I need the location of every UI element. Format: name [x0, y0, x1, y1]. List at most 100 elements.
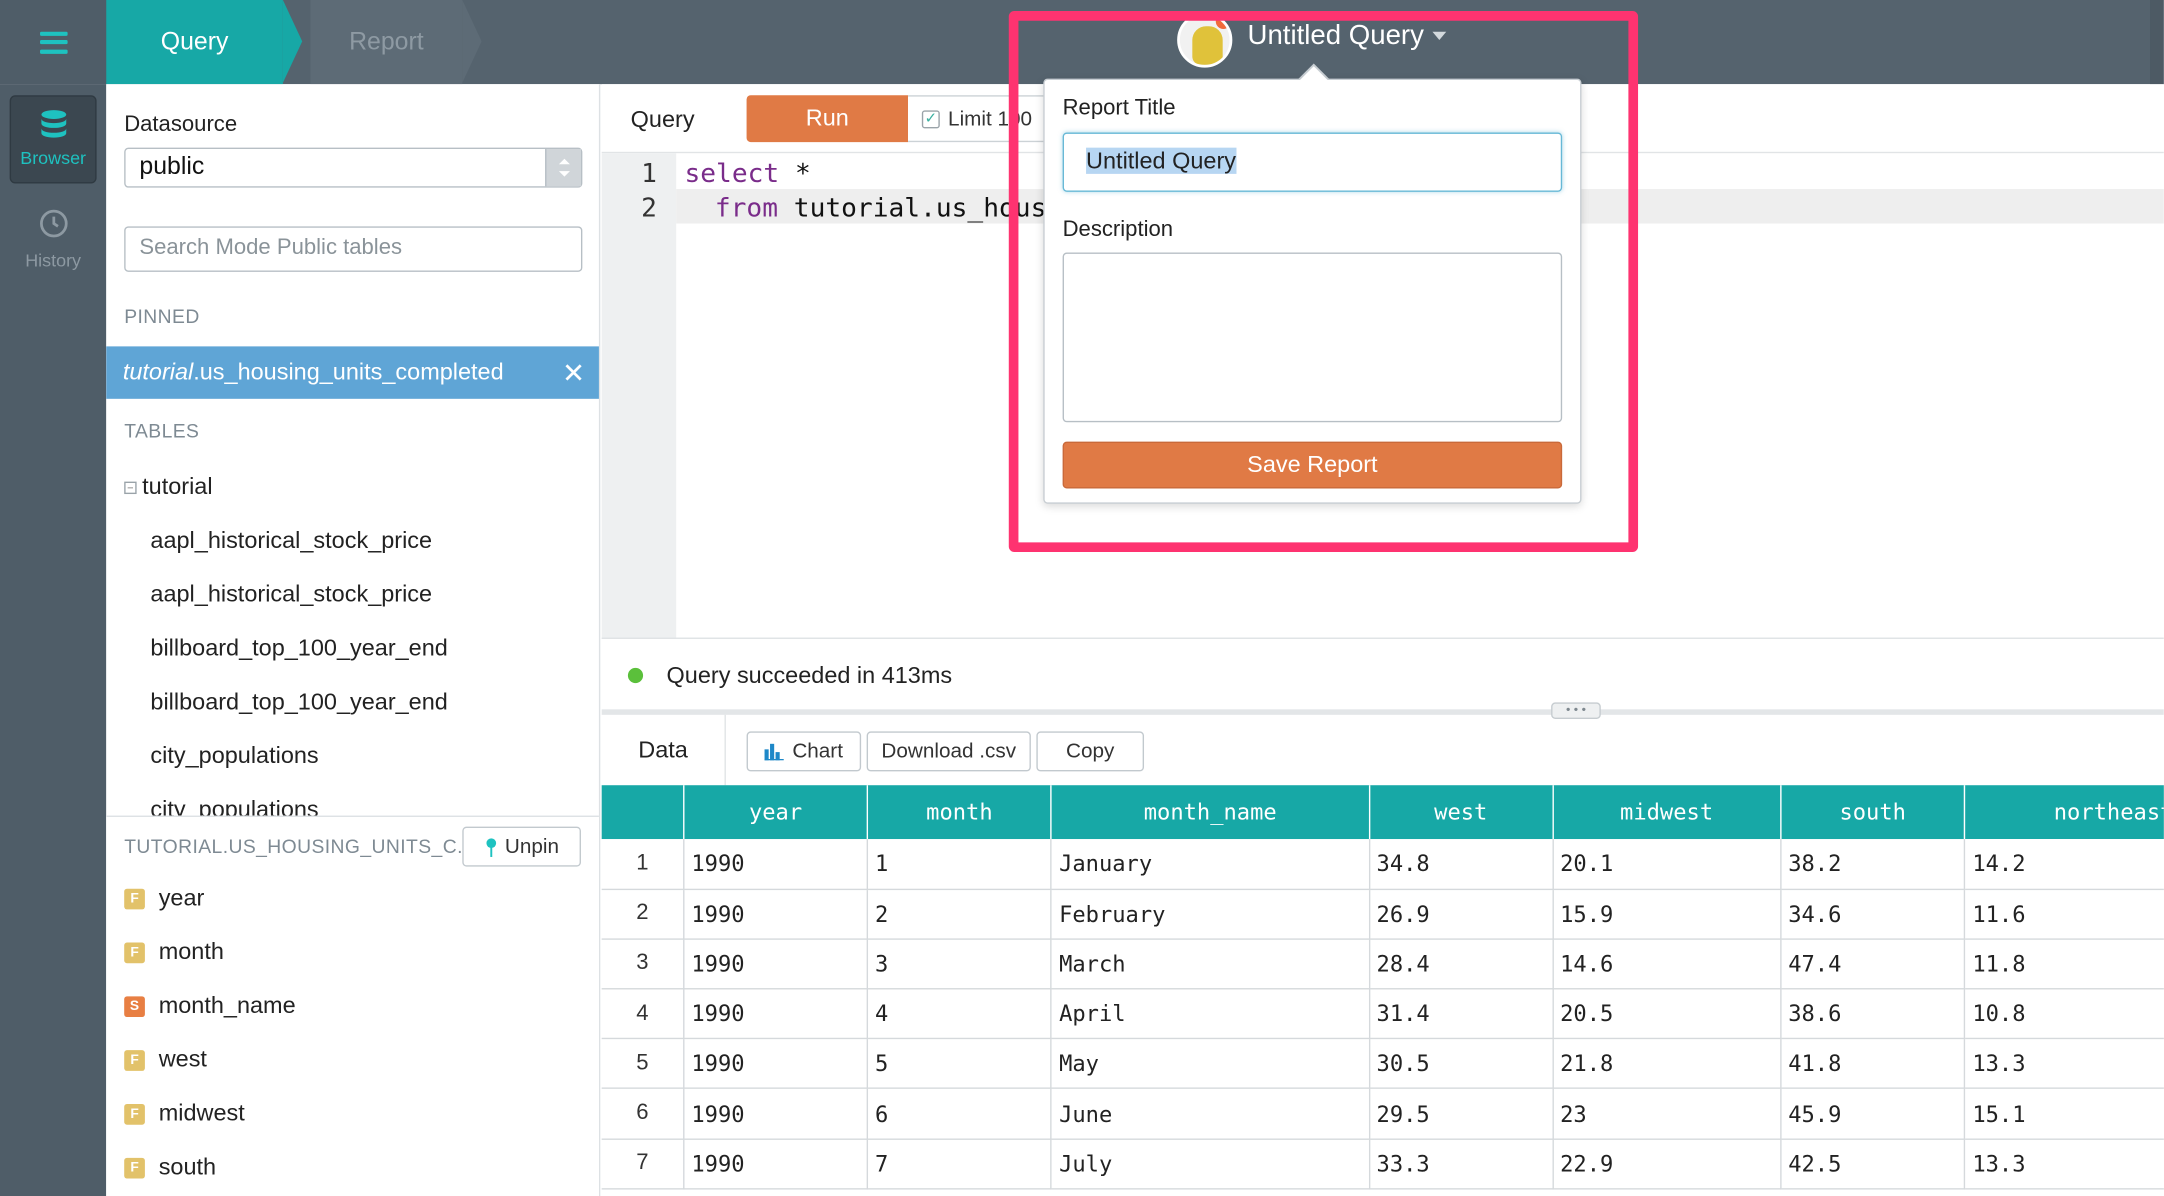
results-body: 1 1990 1 January 34.8 20.1 38.2 14.2 2 1990 2 Febru… — [601, 839, 2164, 1190]
datasource-value: public — [139, 151, 205, 180]
tab-query-arrow — [282, 0, 303, 83]
description-label: Description — [1062, 218, 1174, 242]
table-cell: 15.1 — [1964, 1088, 2164, 1140]
field-item[interactable]: Fyear — [124, 885, 204, 913]
table-cell: 29.5 — [1368, 1088, 1554, 1140]
table-cell: 10.8 — [1964, 988, 2164, 1040]
table-cell: 2 — [867, 888, 1053, 940]
avatar[interactable] — [1177, 12, 1233, 68]
schema-tutorial[interactable]: − tutorial — [124, 473, 213, 501]
report-title-input[interactable]: Untitled Query — [1062, 132, 1563, 192]
table-cell: 14.2 — [1964, 839, 2164, 890]
column-header[interactable]: west — [1368, 785, 1554, 840]
rail-history[interactable]: History — [10, 200, 97, 283]
rail-browser[interactable]: Browser — [9, 95, 97, 184]
column-header[interactable]: year — [683, 785, 869, 840]
table-row[interactable]: 6 1990 6 June 29.5 23 45.9 15.1 — [601, 1088, 2164, 1140]
field-item[interactable]: Fsouth — [124, 1154, 216, 1182]
tab-report[interactable]: Report — [310, 0, 463, 85]
header-row: year month month_name west midwest south north… — [601, 785, 2164, 840]
limit-toggle[interactable]: ✓ Limit 100 — [908, 95, 1047, 143]
run-button[interactable]: Run — [746, 95, 909, 143]
table-cell: 23 — [1552, 1088, 1782, 1140]
column-header[interactable]: midwest — [1552, 785, 1782, 840]
field-name: south — [158, 1153, 217, 1180]
string-type-icon: S — [124, 995, 145, 1017]
table-item[interactable]: billboard_top_100_year_end — [150, 689, 447, 717]
field-item[interactable]: Fmidwest — [124, 1100, 245, 1128]
divider — [601, 637, 2164, 639]
table-cell: January — [1051, 839, 1370, 890]
column-header[interactable]: month — [867, 785, 1053, 840]
code-line[interactable]: select * — [684, 159, 810, 189]
schema-name: tutorial — [142, 473, 213, 500]
table-cell: 7 — [867, 1138, 1053, 1190]
table-item[interactable]: city_populations — [150, 742, 318, 770]
table-cell: 20.5 — [1552, 988, 1782, 1040]
copy-button[interactable]: Copy — [1036, 731, 1145, 772]
datasource-select[interactable]: public — [124, 147, 583, 188]
rail-browser-label: Browser — [20, 147, 87, 169]
table-cell: 22.9 — [1552, 1138, 1782, 1190]
column-header[interactable]: month_name — [1051, 785, 1370, 840]
field-name: year — [158, 884, 205, 911]
float-type-icon: F — [124, 941, 145, 963]
table-cell: 1990 — [683, 1038, 869, 1090]
table-item[interactable]: aapl_historical_stock_price — [150, 581, 432, 609]
drag-handle-icon[interactable]: • • • — [1551, 702, 1601, 719]
field-item[interactable]: Fmonth — [124, 938, 224, 966]
field-name: west — [158, 1046, 207, 1073]
checkbox-checked-icon[interactable]: ✓ — [921, 109, 940, 128]
table-cell: 31.4 — [1368, 988, 1554, 1040]
table-cell: 13.3 — [1964, 1138, 2164, 1190]
status-text: Query succeeded in 413ms — [666, 662, 953, 689]
table-cell: 34.8 — [1368, 839, 1554, 890]
table-row[interactable]: 1 1990 1 January 34.8 20.1 38.2 14.2 — [601, 839, 2164, 890]
table-cell: 5 — [867, 1038, 1053, 1090]
tab-query[interactable]: Query — [106, 0, 283, 85]
float-type-icon: F — [124, 1049, 145, 1071]
table-item[interactable]: billboard_top_100_year_end — [150, 635, 447, 663]
results-tab-data[interactable]: Data — [602, 714, 726, 786]
download-csv-button[interactable]: Download .csv — [866, 731, 1031, 772]
table-cell: 1990 — [683, 1138, 869, 1190]
table-item[interactable]: aapl_historical_stock_price — [150, 527, 432, 555]
table-row[interactable]: 3 1990 3 March 28.4 14.6 47.4 11.8 — [601, 938, 2164, 990]
table-cell: 38.2 — [1780, 839, 1966, 890]
caret-down-icon[interactable] — [1432, 31, 1447, 41]
save-report-button[interactable]: Save Report — [1062, 441, 1563, 489]
table-cell: June — [1051, 1088, 1370, 1140]
table-row[interactable]: 7 1990 7 July 33.3 22.9 42.5 13.3 — [601, 1138, 2164, 1190]
description-textarea[interactable] — [1062, 252, 1563, 423]
row-number: 4 — [601, 988, 685, 1040]
select-arrows-icon — [545, 149, 581, 187]
field-item[interactable]: Fwest — [124, 1046, 207, 1074]
table-cell: 34.6 — [1780, 888, 1966, 940]
line-number: 2 — [641, 193, 657, 224]
editor-tab-query[interactable]: Query — [631, 106, 695, 134]
table-search-input[interactable]: Search Mode Public tables — [124, 226, 583, 272]
chart-button[interactable]: Chart — [746, 731, 862, 772]
unpin-button[interactable]: Unpin — [462, 826, 581, 867]
menu-button[interactable] — [0, 0, 107, 85]
save-report-popover: Report Title Untitled Query Description … — [1043, 78, 1582, 504]
table-row[interactable]: 5 1990 5 May 30.5 21.8 41.8 13.3 — [601, 1038, 2164, 1090]
field-item[interactable]: Smonth_name — [124, 992, 296, 1020]
pane-splitter[interactable] — [601, 709, 2164, 715]
pinned-table-name: .us_housing_units_completed — [193, 358, 504, 386]
sql-text: * — [779, 158, 811, 190]
pin-icon — [486, 837, 496, 857]
table-cell: 41.8 — [1780, 1038, 1966, 1090]
line-gutter: 1 2 — [601, 153, 677, 639]
table-cell: 15.9 — [1552, 888, 1782, 940]
close-icon[interactable]: ✕ — [562, 356, 585, 391]
column-header[interactable]: south — [1780, 785, 1966, 840]
pinned-table[interactable]: tutorial.us_housing_units_completed ✕ — [106, 346, 599, 399]
datasource-label: Datasource — [124, 113, 238, 137]
query-title[interactable]: Untitled Query — [1248, 21, 1424, 53]
column-header[interactable]: northeast — [1964, 785, 2164, 840]
schema-browser: Datasource public Search Mode Public tab… — [106, 84, 601, 1196]
table-row[interactable]: 2 1990 2 February 26.9 15.9 34.6 11.6 — [601, 888, 2164, 940]
sql-keyword: select — [684, 158, 780, 190]
table-row[interactable]: 4 1990 4 April 31.4 20.5 38.6 10.8 — [601, 988, 2164, 1040]
